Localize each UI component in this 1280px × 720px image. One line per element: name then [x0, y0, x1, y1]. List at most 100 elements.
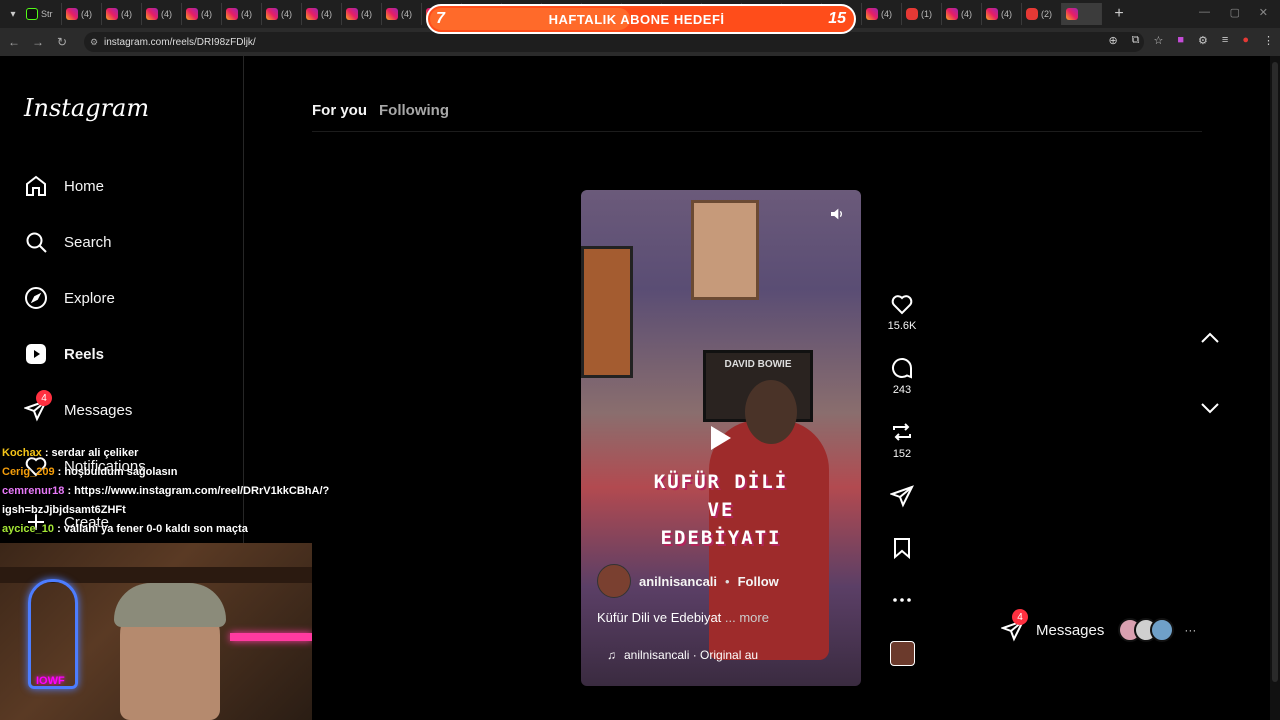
minimize-button[interactable]: —	[1199, 6, 1210, 18]
browser-tab[interactable]: (4)	[982, 3, 1022, 25]
scrollbar-thumb[interactable]	[1272, 62, 1278, 682]
instagram-favicon-icon	[106, 8, 118, 20]
back-icon[interactable]: ←	[2, 35, 26, 49]
sidebar-item-home[interactable]: Home	[24, 174, 104, 198]
tab-label: (4)	[161, 9, 172, 19]
tab-for-you[interactable]: For you	[312, 102, 367, 119]
tab-label: (4)	[241, 9, 252, 19]
reel-caption: Küfür Dili ve Edebiyat ... more	[597, 610, 769, 625]
browser-tab[interactable]: (4)	[302, 3, 342, 25]
site-info-icon[interactable]: ⚙	[90, 37, 98, 48]
stream-chat-overlay: Kochax : serdar ali çeliker Cerig_209 : …	[2, 444, 382, 539]
new-tab-button[interactable]: +	[1108, 3, 1130, 25]
next-reel-chevron-down-icon[interactable]	[1196, 394, 1224, 422]
tab-label: (4)	[881, 9, 892, 19]
more-icon	[893, 598, 911, 602]
browser-tab[interactable]: (4)	[62, 3, 102, 25]
page-scrollbar[interactable]	[1270, 56, 1280, 720]
sidebar-item-explore[interactable]: Explore	[24, 286, 115, 310]
chat-message: Kochax : serdar ali çeliker	[2, 444, 382, 463]
reload-icon[interactable]: ↻	[50, 35, 74, 49]
instagram-favicon-icon	[946, 8, 958, 20]
profile-icon[interactable]: ●	[1242, 34, 1249, 47]
original-audio-thumbnail[interactable]	[890, 641, 915, 666]
extensions-puzzle-icon[interactable]: ⚙	[1198, 34, 1208, 47]
save-action[interactable]	[882, 536, 922, 564]
browser-tab[interactable]: (4)	[262, 3, 302, 25]
kick-favicon-icon	[26, 8, 38, 20]
tab-label: (2)	[1041, 9, 1052, 19]
youtube-favicon-icon	[906, 8, 918, 20]
tab-label: (4)	[961, 9, 972, 19]
comment-action[interactable]: 243	[882, 356, 922, 396]
reading-list-icon[interactable]: ≡	[1222, 34, 1228, 47]
more-options-action[interactable]	[882, 588, 922, 616]
url-text: instagram.com/reels/DRI98zFDljk/	[104, 36, 256, 48]
forward-icon[interactable]: →	[26, 35, 50, 49]
messages-badge: 4	[36, 390, 52, 406]
author-avatar[interactable]	[597, 564, 631, 598]
instagram-favicon-icon	[866, 8, 878, 20]
close-window-button[interactable]: ✕	[1259, 6, 1268, 19]
comment-icon	[892, 358, 912, 379]
reel-video[interactable]: DAVID BOWIE KÜFÜR DİLİ VE EDEBİYATI anil…	[581, 190, 861, 686]
install-app-icon[interactable]: ⧉	[1132, 34, 1140, 47]
follow-button[interactable]: Follow	[738, 574, 779, 589]
messages-pill-badge: 4	[1012, 609, 1028, 625]
author-username[interactable]: anilnisancali	[639, 574, 717, 589]
maximize-button[interactable]: ▢	[1230, 6, 1240, 19]
url-field[interactable]: ⚙ instagram.com/reels/DRI98zFDljk/	[84, 32, 1144, 52]
tab-label: (4)	[281, 9, 292, 19]
browser-tab[interactable]: (4)	[222, 3, 262, 25]
instagram-favicon-icon	[346, 8, 358, 20]
chat-text: : serdar ali çeliker	[44, 447, 139, 459]
tab-label: (4)	[1001, 9, 1012, 19]
browser-tab[interactable]: (4)	[942, 3, 982, 25]
sidebar-item-messages[interactable]: 4 Messages	[24, 390, 132, 422]
caption-more-link[interactable]: ... more	[725, 610, 769, 625]
extension-icon[interactable]: ■	[1177, 34, 1184, 47]
browser-tab[interactable]: (4)	[102, 3, 142, 25]
instagram-favicon-icon	[186, 8, 198, 20]
play-icon[interactable]	[709, 424, 733, 452]
browser-tab[interactable]: (1)	[902, 3, 942, 25]
messages-floating-button[interactable]: 4 Messages ···	[1000, 609, 1230, 648]
previous-reel-chevron-up-icon[interactable]	[1196, 324, 1224, 352]
share-action[interactable]	[882, 484, 922, 512]
browser-tab[interactable]: Str	[22, 3, 62, 25]
instagram-logo[interactable]: Instagram	[24, 94, 149, 122]
browser-tab[interactable]: (4)	[862, 3, 902, 25]
repost-icon	[893, 423, 911, 441]
repost-action[interactable]: 152	[882, 420, 922, 460]
volume-icon[interactable]	[829, 206, 847, 224]
goal-label: HAFTALIK ABONE HEDEFİ	[548, 11, 725, 27]
browser-tab[interactable]: (2)	[1022, 3, 1062, 25]
browser-tab[interactable]: (4)	[142, 3, 182, 25]
tab-search-menu-button[interactable]: ▾	[4, 5, 22, 23]
chat-message: aycice_10 : vallahi ya fener 0-0 kaldı s…	[2, 520, 382, 539]
tab-label: (4)	[361, 9, 372, 19]
browser-menu-icon[interactable]: ⋮	[1263, 34, 1274, 47]
like-action[interactable]: 15.6K	[882, 292, 922, 332]
instagram-favicon-icon	[986, 8, 998, 20]
sidebar-item-search[interactable]: Search	[24, 230, 112, 254]
tab-following[interactable]: Following	[379, 102, 449, 119]
browser-tab[interactable]: (4)	[182, 3, 222, 25]
chat-username: Kochax	[2, 447, 42, 459]
zoom-icon[interactable]: ⊕	[1108, 34, 1117, 47]
browser-tab[interactable]: (4)	[382, 3, 422, 25]
sidebar-item-label: Search	[64, 233, 112, 251]
reels-icon	[24, 342, 48, 366]
repost-count: 152	[892, 448, 912, 460]
chat-text: : hoşbuldum sağolasın	[57, 466, 178, 478]
chat-message: Cerig_209 : hoşbuldum sağolasın	[2, 463, 382, 482]
browser-tab[interactable]: (4)	[342, 3, 382, 25]
bookmark-star-icon[interactable]: ☆	[1154, 34, 1164, 47]
sidebar-item-reels[interactable]: Reels	[24, 342, 104, 366]
reel-audio[interactable]: ♫ anilnisancali · Original au	[607, 648, 758, 662]
browser-tab[interactable]	[1062, 3, 1102, 25]
tab-label: Str	[41, 9, 53, 19]
tab-label: (4)	[121, 9, 132, 19]
author-separator: •	[725, 573, 730, 589]
search-icon	[24, 230, 48, 254]
